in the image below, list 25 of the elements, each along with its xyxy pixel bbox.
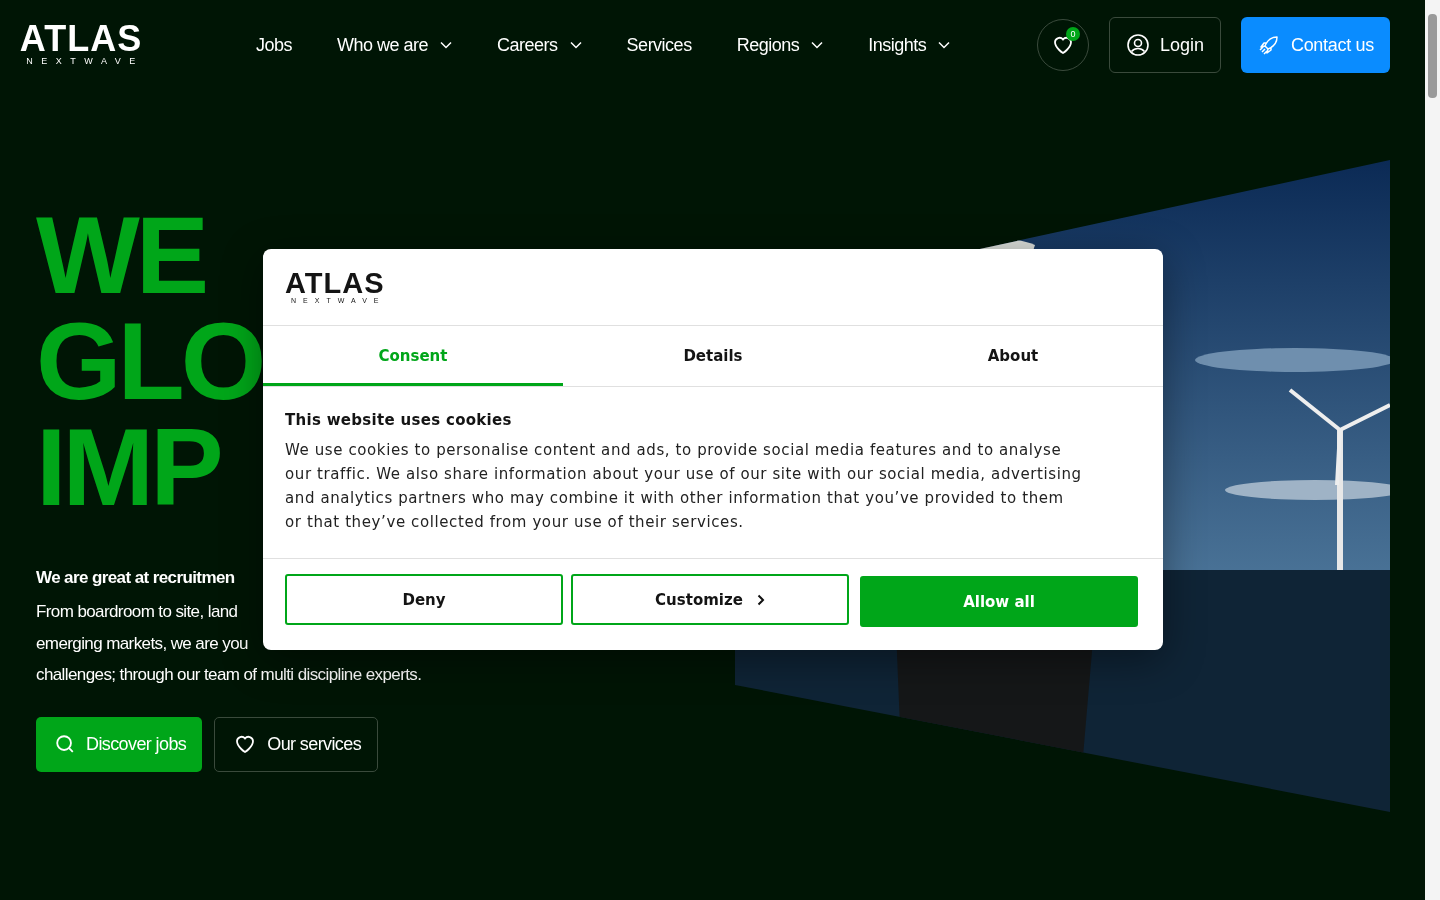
cookie-text: We use cookies to personalise content and ads, to provide social media features and to analyse our traffic. We also share information about your use of our site with our social media, advertising and analytics partners who may combine it with other information that you’ve provided to them or that they’ve collected from your use of their services. — [285, 440, 1083, 533]
nav-link[interactable]: Who we are — [337, 34, 453, 56]
logo[interactable]: ATLAS NEXTWAVE — [20, 23, 142, 67]
headline: IMP — [36, 414, 220, 520]
nav-link[interactable]: Jobs — [256, 34, 293, 56]
lead-text: We are great at recruitmen — [36, 568, 235, 588]
login-button[interactable]: Login — [1108, 17, 1221, 73]
nav-link[interactable]: Regions — [736, 34, 824, 56]
nav-link[interactable]: Services — [626, 34, 692, 56]
scrollbar[interactable] — [1425, 0, 1440, 900]
chevron-right-icon — [756, 593, 765, 606]
nav-link[interactable]: Careers — [497, 34, 582, 56]
customize-button[interactable]: Customize — [571, 574, 849, 625]
body-text: emerging markets, we are you — [36, 632, 248, 655]
headline: WE — [36, 202, 206, 308]
user-icon — [1125, 33, 1150, 57]
body-text: From boardroom to site, land — [36, 601, 238, 623]
headline: GLO — [36, 308, 263, 414]
search-icon — [54, 733, 76, 755]
count-badge: 0 — [1065, 27, 1080, 41]
dialog-title: This website uses cookies — [285, 411, 513, 429]
deny-button[interactable]: Deny — [285, 574, 563, 625]
services-button[interactable]: Our services — [214, 716, 379, 772]
body-text: challenges; through our team of multi discipline experts. — [36, 664, 422, 686]
nav-link[interactable]: Insights — [868, 34, 951, 56]
